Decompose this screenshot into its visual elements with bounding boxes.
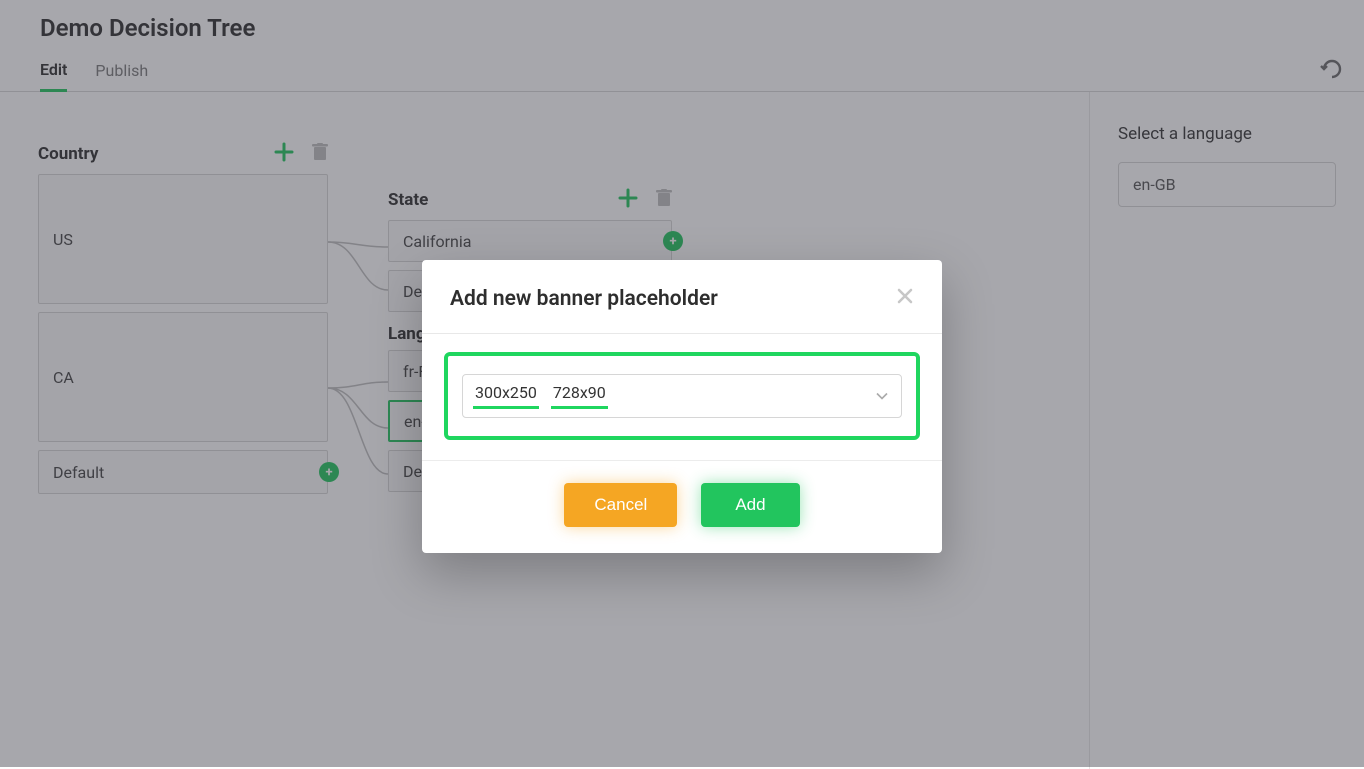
chevron-down-icon[interactable] [875, 387, 889, 406]
close-icon[interactable] [896, 286, 914, 311]
dimension-tag[interactable]: 728x90 [551, 383, 608, 409]
add-banner-modal: Add new banner placeholder 300x250 728x9… [422, 260, 942, 553]
modal-overlay: Add new banner placeholder 300x250 728x9… [0, 0, 1364, 767]
dimension-tag[interactable]: 300x250 [473, 383, 539, 409]
cancel-button[interactable]: Cancel [564, 483, 677, 527]
dimensions-highlight: 300x250 728x90 [444, 352, 920, 440]
add-button[interactable]: Add [701, 483, 799, 527]
dimensions-multiselect[interactable]: 300x250 728x90 [462, 374, 902, 418]
modal-title: Add new banner placeholder [450, 287, 718, 311]
